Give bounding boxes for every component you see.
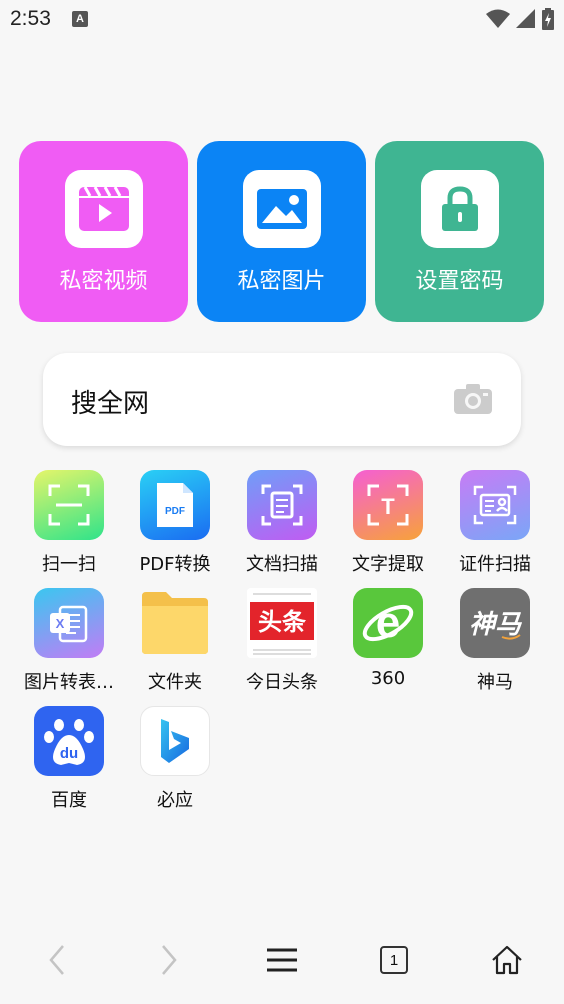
video-icon	[65, 170, 143, 248]
bottom-nav: 1	[0, 930, 564, 986]
image-icon	[243, 170, 321, 248]
chevron-left-icon	[49, 945, 64, 975]
pdf-badge: PDF	[165, 506, 185, 517]
app-label: PDF转换	[139, 554, 211, 575]
app-label: 神马	[477, 672, 513, 693]
tabs-button[interactable]: 1	[374, 940, 414, 980]
lock-icon	[421, 170, 499, 248]
app-360[interactable]: e 360	[343, 588, 433, 689]
app-image-to-table[interactable]: X 图片转表…	[24, 588, 114, 694]
app-baidu[interactable]: du 百度	[24, 706, 114, 812]
tile-label: 私密视频	[59, 269, 148, 294]
app-label: 文件夹	[148, 672, 202, 693]
tab-count: 1	[380, 946, 408, 974]
back-button[interactable]	[37, 940, 77, 980]
shenma-badge: 神马	[469, 610, 523, 640]
wifi-icon	[486, 9, 510, 28]
app-label: 360	[370, 668, 406, 689]
app-pdf-convert[interactable]: PDF PDF转换	[130, 470, 220, 576]
app-label: 扫一扫	[42, 554, 96, 575]
excel-badge: X	[56, 616, 65, 631]
app-label: 文字提取	[352, 554, 424, 575]
toutiao-icon: 头条	[247, 588, 317, 658]
text-extract-icon: T	[353, 470, 423, 540]
ie-360-icon: e	[353, 588, 423, 658]
bing-icon	[140, 706, 210, 776]
status-indicators	[486, 8, 554, 30]
home-icon	[492, 945, 522, 975]
tile-label: 设置密码	[415, 269, 504, 294]
battery-icon	[542, 8, 554, 30]
id-card-scan-icon	[460, 470, 530, 540]
baidu-badge: du	[60, 745, 78, 762]
baidu-icon: du	[34, 706, 104, 776]
folder-icon	[140, 588, 210, 658]
forward-button[interactable]	[149, 940, 189, 980]
app-label: 必应	[157, 790, 193, 811]
app-toutiao[interactable]: 头条 今日头条	[237, 588, 327, 694]
app-text-extract[interactable]: T 文字提取	[343, 470, 433, 576]
app-label: 证件扫描	[459, 554, 531, 575]
camera-icon[interactable]	[453, 383, 493, 415]
menu-button[interactable]	[262, 940, 302, 980]
app-bing[interactable]: 必应	[130, 706, 220, 812]
document-scan-icon	[247, 470, 317, 540]
app-label: 图片转表…	[24, 672, 114, 693]
app-scan[interactable]: 扫一扫	[24, 470, 114, 576]
app-label: 今日头条	[246, 672, 318, 693]
excel-icon: X	[34, 588, 104, 658]
app-id-card-scan[interactable]: 证件扫描	[450, 470, 540, 576]
chevron-right-icon	[162, 945, 177, 975]
app-label: 百度	[51, 790, 87, 811]
tile-set-password[interactable]: 设置密码	[375, 141, 544, 322]
tile-private-photos[interactable]: 私密图片	[197, 141, 366, 322]
pdf-icon: PDF	[140, 470, 210, 540]
status-time: 2:53	[10, 7, 51, 30]
text-badge: T	[381, 494, 395, 519]
tile-label: 私密图片	[237, 269, 326, 294]
menu-icon	[267, 948, 297, 972]
app-folder[interactable]: 文件夹	[130, 588, 220, 694]
status-bar: 2:53 A	[0, 0, 564, 40]
signal-icon	[516, 9, 535, 28]
home-button[interactable]	[487, 940, 527, 980]
ie-badge: e	[376, 598, 400, 647]
app-document-scan[interactable]: 文档扫描	[237, 470, 327, 576]
toutiao-badge: 头条	[258, 608, 307, 636]
scan-icon	[34, 470, 104, 540]
search-input[interactable]: 搜全网	[71, 383, 149, 420]
app-label: 文档扫描	[246, 554, 318, 575]
app-shenma[interactable]: 神马 神马	[450, 588, 540, 694]
notification-icon: A	[72, 11, 88, 27]
shenma-icon: 神马	[460, 588, 530, 658]
tile-private-video[interactable]: 私密视频	[19, 141, 188, 322]
search-box[interactable]: 搜全网	[43, 353, 521, 446]
